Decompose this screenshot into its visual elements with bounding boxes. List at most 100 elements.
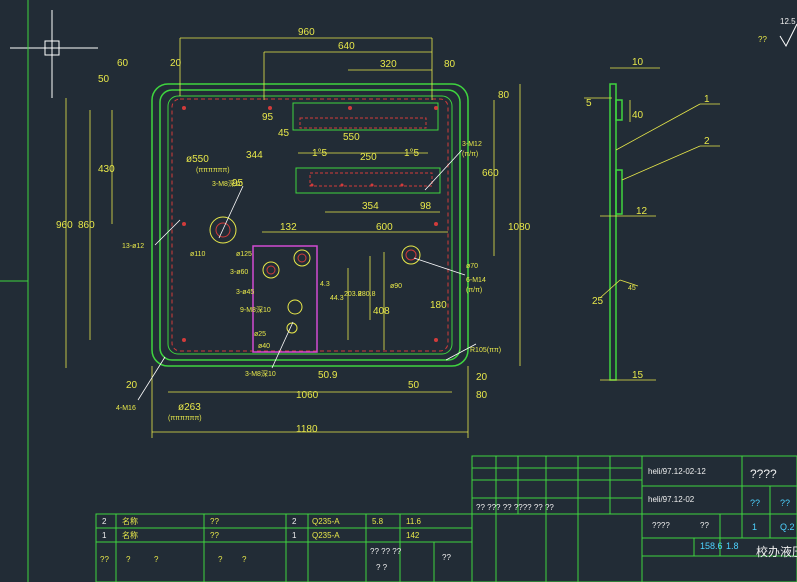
dim-4-3: 4.3 [320, 281, 330, 288]
bom-r1-w2: 11.6 [406, 517, 422, 526]
bom-r1-material: Q235-A [312, 517, 340, 526]
title-row-b: ???? [652, 521, 670, 530]
bom-r2-qm: ?? [210, 531, 219, 540]
dim-320: 320 [380, 59, 397, 70]
note-3-dia45: 3-ø45 [236, 289, 254, 296]
side-dim-10: 10 [632, 57, 644, 68]
callout-1: 1 [704, 94, 710, 105]
side-view [584, 67, 720, 381]
dim-dia90: ø90 [390, 283, 402, 290]
bom-r1-code: 名称 [122, 516, 138, 526]
cad-drawing-canvas: 960 640 320 80 20 60 50 80 95 45 344 95 … [0, 0, 797, 582]
bom-r2-qty: 1 [292, 531, 297, 540]
dim-dia110: ø110 [190, 251, 206, 258]
dim-660: 660 [482, 168, 499, 179]
side-dim-5: 5 [586, 98, 592, 109]
dim-960-top: 960 [298, 27, 315, 38]
dim-550: 550 [343, 132, 360, 143]
dim-dia550-note: (ππππππ) [196, 167, 230, 174]
plate-outline [151, 83, 469, 367]
bom-r3-b: ? [126, 555, 131, 564]
dim-180: 180 [430, 300, 447, 311]
dim-600: 600 [376, 222, 393, 233]
callout-2: 2 [704, 136, 710, 147]
title-weight-2: 1.8 [726, 541, 739, 551]
dim-132: 132 [280, 222, 297, 233]
leader-lines [137, 149, 477, 401]
title-scale-label: ?? [700, 521, 709, 530]
title-header-qm-2: ?? [780, 498, 790, 508]
dim-r105: R105(ππ) [470, 347, 501, 354]
bom-r3-d: ? [218, 555, 223, 564]
note-m12-sub: (π/π) [462, 151, 478, 158]
dim-20-left: 20 [126, 380, 138, 391]
dim-dia550: ø550 [186, 154, 209, 165]
title-qty: 1 [752, 522, 757, 532]
bom-r2-w2: 142 [406, 531, 420, 540]
dim-354: 354 [362, 201, 379, 212]
dim-1x5-a: 1°5 [312, 148, 328, 159]
part-name: ???? [750, 467, 777, 481]
title-weight-1: 158.6 [700, 541, 723, 551]
dim-dia263: ø263 [178, 402, 201, 413]
side-dim-25: 25 [592, 296, 604, 307]
surface-finish-note: ?? [758, 35, 767, 44]
bom-r1-qty: 2 [292, 517, 297, 526]
note-m12: 3-M12 [462, 141, 482, 148]
dim-50-bottom: 50 [408, 380, 420, 391]
dim-95-a: 95 [262, 112, 274, 123]
note-m14-sub: (π/π) [466, 287, 482, 294]
dim-dia125: ø125 [236, 251, 252, 258]
side-dim-40: 40 [632, 110, 644, 121]
weld-mark: 45 [628, 285, 636, 292]
side-view-labels: 10 5 40 12 15 25 1 2 45 [586, 57, 710, 381]
dim-50-9: 50.9 [318, 370, 338, 381]
bom-r1-no: 2 [102, 517, 107, 526]
note-m16: 4-M16 [116, 405, 136, 412]
dim-1080: 1080 [508, 222, 531, 233]
note-m8-b: 9-M8深10 [240, 305, 271, 314]
surface-finish-value: 12.5 [780, 17, 796, 26]
company-name: 校办液压中 [756, 544, 797, 559]
plate-hidden-line [171, 98, 449, 352]
title-header-qm: ?? [750, 498, 760, 508]
dim-344: 344 [246, 150, 263, 161]
drawing-number-1: heli/97.12-02-12 [648, 467, 706, 476]
dim-50: 50 [98, 74, 110, 85]
dim-1060: 1060 [296, 390, 319, 401]
bom-r3-h: ? ? [376, 563, 388, 572]
surface-finish-symbol [779, 23, 797, 48]
title-material-short: Q.2 [780, 522, 795, 532]
bom-r2-code: 名称 [122, 530, 138, 540]
surface-finish-labels: 12.5 ?? [758, 17, 796, 44]
dim-98: 98 [420, 201, 432, 212]
dim-408: 408 [373, 306, 390, 317]
dim-430: 430 [98, 164, 115, 175]
bom-r3-a: ?? [100, 555, 109, 564]
bom-r2-no: 1 [102, 531, 107, 540]
note-m8-a: 3-M8深10 [212, 179, 243, 188]
dim-80-bottom: 80 [476, 390, 488, 401]
crosshair-cursor [10, 10, 98, 98]
side-dim-15: 15 [632, 370, 644, 381]
bom-r3-g: ?? [442, 553, 451, 562]
side-dim-12: 12 [636, 206, 648, 217]
note-13-holes: 13-ø12 [122, 243, 144, 250]
dim-dia40: ø40 [258, 343, 270, 350]
bom-r1-w1: 5.8 [372, 517, 384, 526]
dim-20-bottom: 20 [476, 372, 488, 383]
note-m8-c: 3-M8深10 [245, 369, 276, 378]
dim-44-3: 44.3 [330, 295, 344, 302]
bom-r2-material: Q235-A [312, 531, 340, 540]
dim-1180: 1180 [296, 424, 318, 435]
dim-dia70: ø70 [466, 263, 478, 270]
dim-80-right: 80 [498, 90, 510, 101]
bom-r3-c: ? [154, 555, 159, 564]
title-row-a: ?? ??? ?? ???? ?? ?? [476, 503, 554, 512]
dim-60: 60 [117, 58, 129, 69]
dim-45: 45 [278, 128, 290, 139]
dim-1x5-b: 1°5 [404, 148, 420, 159]
bom-r1-qm: ?? [210, 517, 219, 526]
dim-860: 860 [78, 220, 95, 231]
dim-dia25: ø25 [254, 331, 266, 338]
